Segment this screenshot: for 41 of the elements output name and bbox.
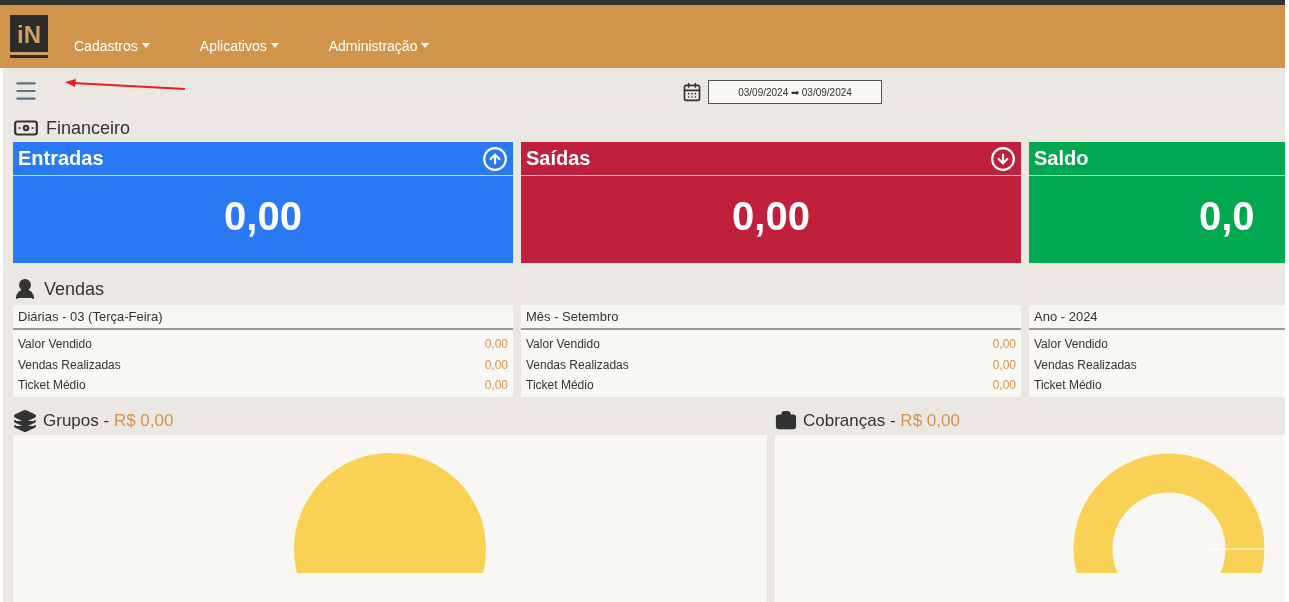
caret-icon [270,43,279,48]
metric-label: Vendas Realizadas [18,357,121,372]
date-range-field[interactable]: 03/09/2024 ➡ 03/09/2024 [708,80,882,104]
caret-icon [421,43,430,48]
metric-value: 0,00 [992,357,1016,372]
metric-label: Valor Vendido [526,337,600,352]
calendar-icon [682,82,702,102]
layers-icon [13,409,37,433]
panel-title: Mês - Setembro [521,305,1021,330]
chart-title: Cobranças - R$ 0,00 [803,411,960,431]
nav-menu-item[interactable]: Aplicativos [199,37,279,54]
metric-label: Valor Vendido [18,337,92,352]
logo[interactable]: iN [10,15,48,58]
card-value: 0,0 [1199,194,1255,239]
chart-title: Grupos - R$ 0,00 [43,411,174,431]
metric-label: Ticket Médio [18,378,86,393]
briefcase-icon [775,410,797,432]
metric-value: 0,00 [484,337,508,352]
panel-title: Diárias - 03 (Terça-Feira) [13,305,513,330]
card-value: 0,00 [224,194,302,239]
metric-label: Ticket Médio [1034,378,1102,393]
panel-title: Ano - 2024 [1029,305,1285,330]
card-title: Saídas [526,147,591,170]
metric-value: 0,00 [992,378,1016,393]
nav-menu-item[interactable]: Cadastros [74,37,150,54]
section-title: Financeiro [46,117,131,139]
section-title: Vendas [44,278,105,300]
card-title: Entradas [18,147,104,170]
metric-label: Vendas Realizadas [526,357,629,372]
metric-label: Vendas Realizadas [1034,357,1137,372]
arrow-up-circle-icon [482,145,508,172]
metric-label: Ticket Médio [526,378,594,393]
card-value: 0,00 [732,194,810,239]
arrow-down-circle-icon [990,145,1016,172]
metric-value: 0,00 [484,357,508,372]
caret-icon [141,43,150,48]
metric-value: 0,00 [992,337,1016,352]
nav-menu-item[interactable]: Administração [328,37,430,54]
metric-value: 0,00 [484,378,508,393]
card-title: Saldo [1034,147,1089,170]
metric-label: Valor Vendido [1034,337,1108,352]
